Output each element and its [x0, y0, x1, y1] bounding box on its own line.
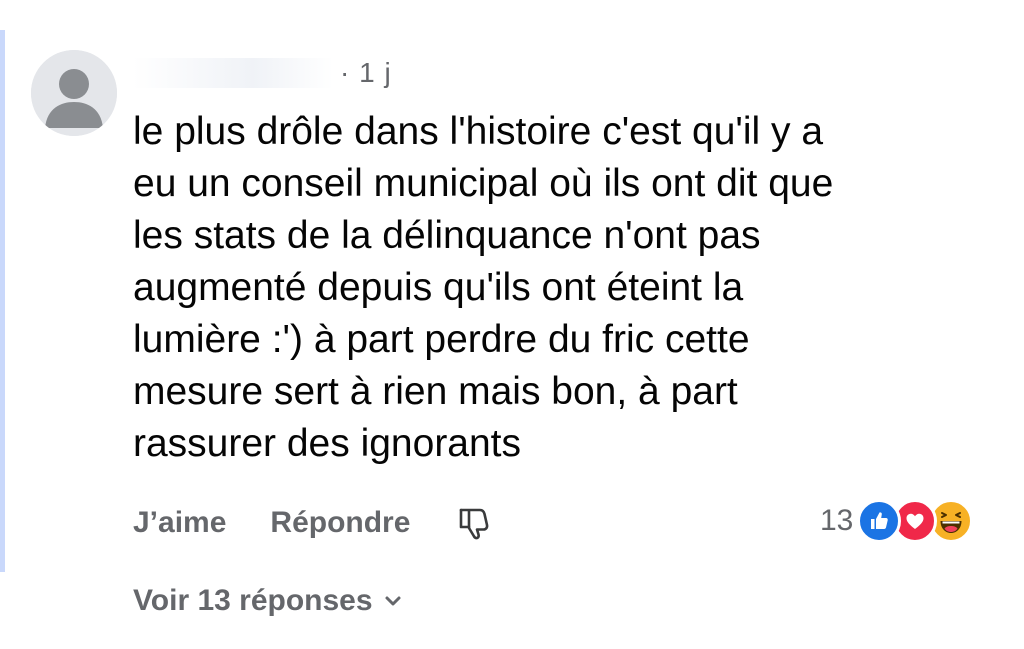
- comment-thread: · 1 j le plus drôle dans l'histoire c'es…: [0, 0, 1024, 649]
- chevron-down-icon: [383, 591, 403, 611]
- comment-actions: J’aime Répondre: [133, 503, 494, 543]
- thumbs-down-icon[interactable]: [454, 503, 494, 543]
- comment-timestamp[interactable]: · 1 j: [340, 57, 392, 89]
- author-name[interactable]: [133, 58, 333, 88]
- like-reaction-icon: [857, 499, 902, 543]
- reaction-count: 13: [820, 504, 854, 537]
- default-user-avatar-icon: [31, 50, 117, 136]
- reply-button[interactable]: Répondre: [270, 506, 410, 540]
- avatar[interactable]: [31, 50, 117, 136]
- like-button[interactable]: J’aime: [133, 506, 226, 540]
- view-replies-label: Voir 13 réponses: [133, 584, 373, 617]
- comment-text: le plus drôle dans l'histoire c'est qu'i…: [133, 110, 834, 465]
- reactions-summary[interactable]: 13: [820, 498, 974, 544]
- view-replies-button[interactable]: Voir 13 réponses: [133, 581, 403, 621]
